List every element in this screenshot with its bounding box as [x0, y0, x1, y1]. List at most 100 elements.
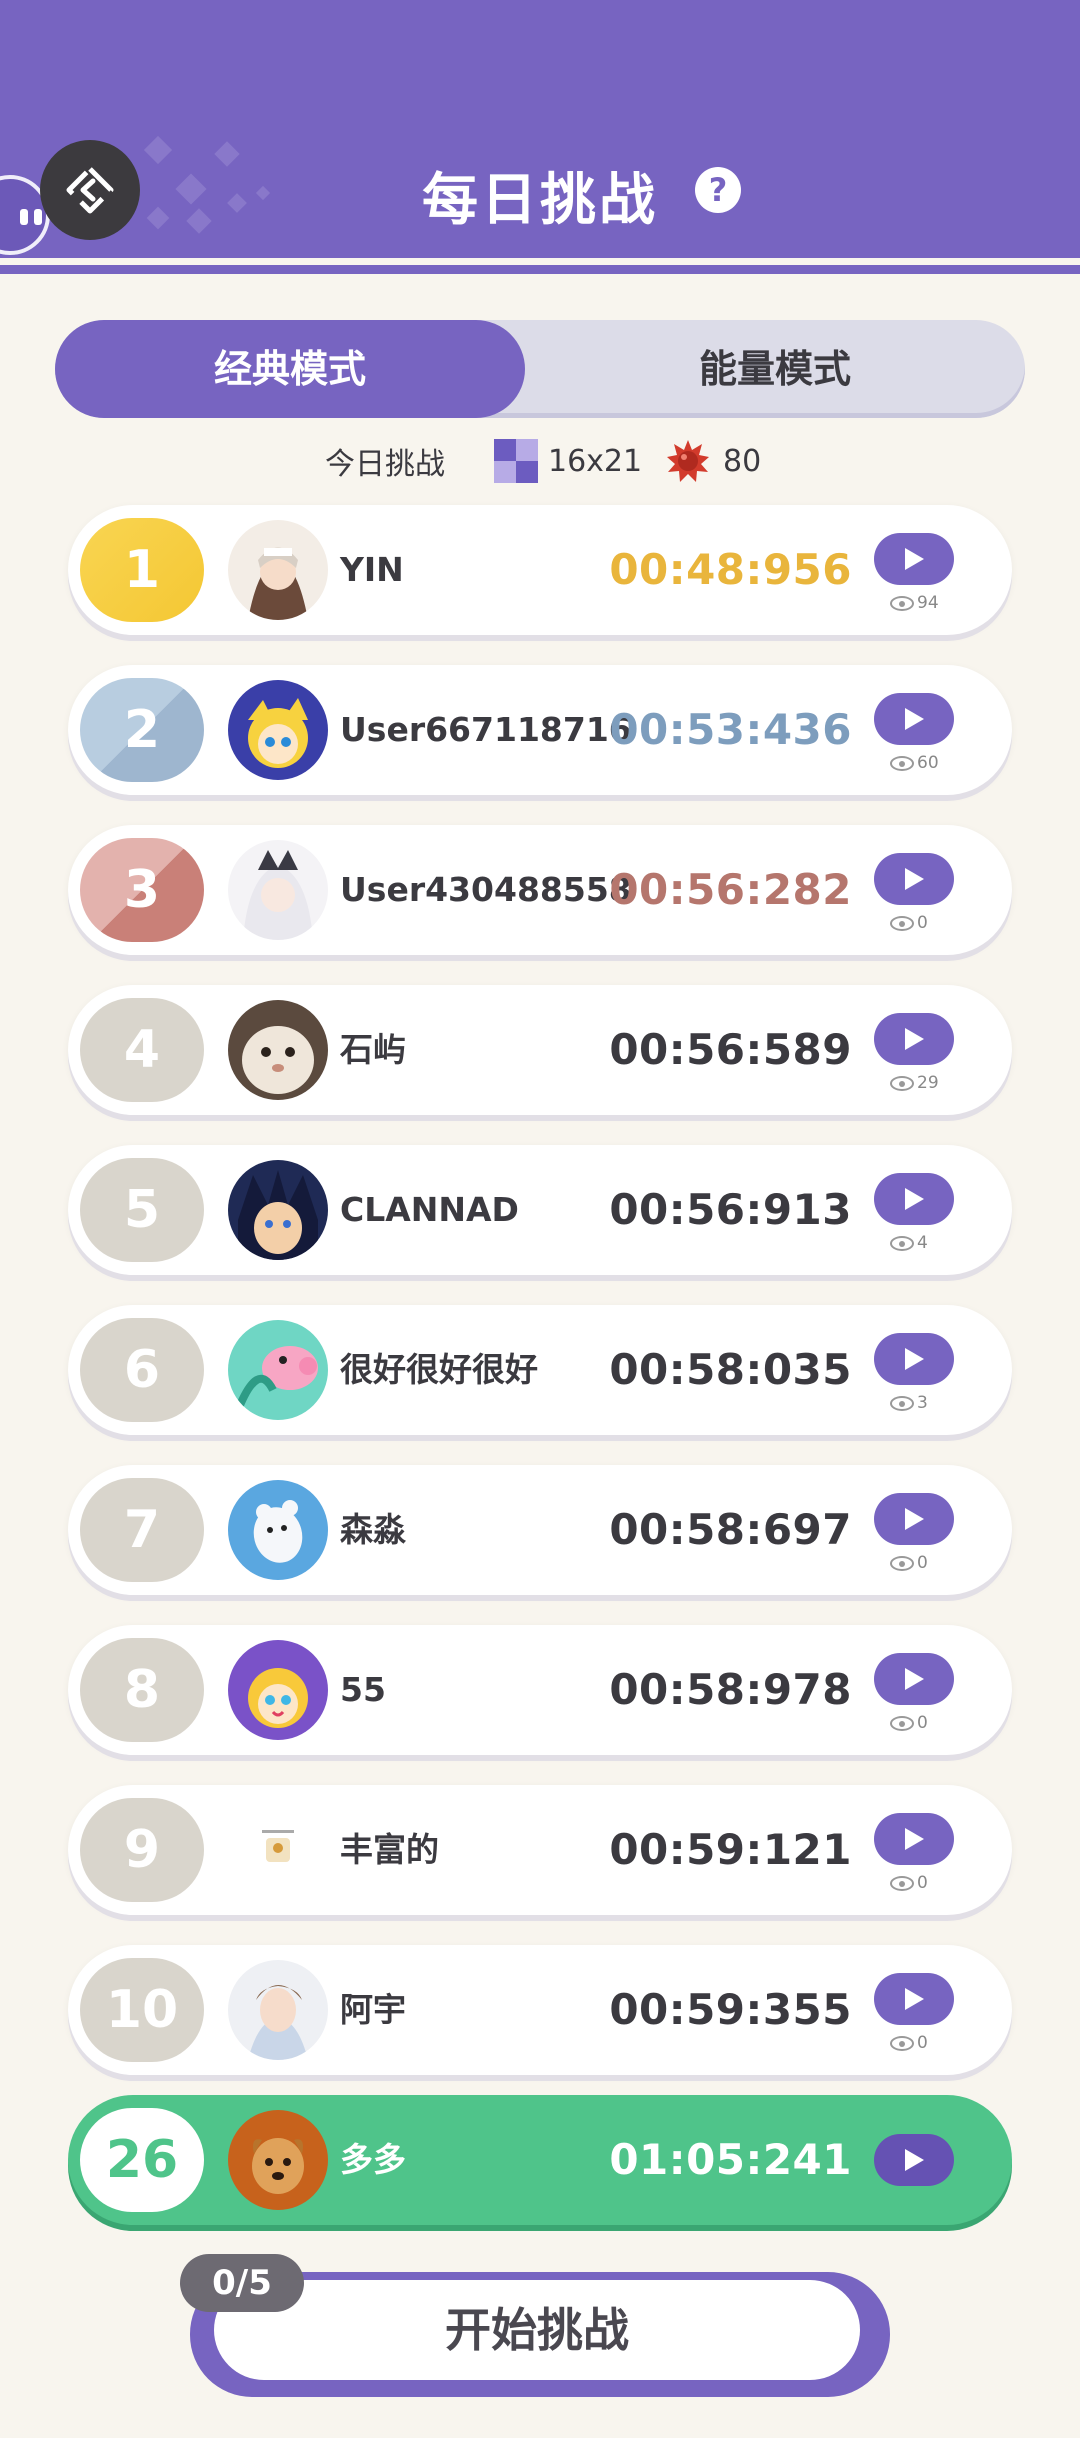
eye-icon — [890, 1395, 914, 1411]
player-name: User667118716 — [340, 710, 632, 749]
avatar — [228, 1640, 328, 1740]
leaderboard-row[interactable]: 2 User667118716 00:53:436 60 — [68, 665, 1012, 795]
leaderboard-row[interactable]: 3 User430488558 00:56:282 0 — [68, 825, 1012, 955]
view-count-value: 0 — [917, 2033, 928, 2053]
my-rank-row[interactable]: 26 多多 01:05:241 — [68, 2095, 1012, 2225]
play-icon — [905, 1348, 924, 1370]
view-count: 0 — [890, 2033, 928, 2053]
grid-board-icon — [494, 439, 538, 483]
eye-icon — [890, 915, 914, 931]
view-count-value: 60 — [917, 753, 939, 773]
play-icon — [905, 1188, 924, 1210]
eye-icon — [890, 755, 914, 771]
play-icon — [905, 708, 924, 730]
leaderboard-row[interactable]: 6 很好很好很好 00:58:035 3 — [68, 1305, 1012, 1435]
view-count: 94 — [890, 593, 939, 613]
tab-classic-mode[interactable]: 经典模式 — [55, 320, 525, 418]
view-count: 0 — [890, 913, 928, 933]
grid-size-value: 16x21 — [548, 443, 643, 479]
player-name: User430488558 — [340, 870, 632, 909]
rank-badge: 10 — [80, 1958, 204, 2062]
mine-count-info: 80 — [665, 436, 761, 486]
avatar — [228, 1960, 328, 2060]
view-count-value: 3 — [917, 1393, 928, 1413]
header-underline — [0, 266, 1080, 274]
view-count: 60 — [890, 753, 939, 773]
view-count: 29 — [890, 1073, 939, 1093]
page-title: 每日挑战 — [422, 168, 658, 233]
view-count-value: 4 — [917, 1233, 928, 1253]
start-challenge-label: 开始挑战 — [214, 2280, 860, 2380]
player-time: 00:48:956 — [609, 545, 852, 594]
avatar — [228, 840, 328, 940]
view-count: 3 — [890, 1393, 928, 1413]
player-time: 00:58:978 — [609, 1665, 852, 1714]
eye-icon — [890, 1875, 914, 1891]
player-time: 00:59:121 — [609, 1825, 852, 1874]
replay-button[interactable] — [874, 1013, 954, 1065]
replay-button[interactable] — [874, 2134, 954, 2186]
replay-button[interactable] — [874, 1493, 954, 1545]
replay-button[interactable] — [874, 1973, 954, 2025]
player-name: 很好很好很好 — [340, 1350, 538, 1389]
rank-badge: 1 — [80, 518, 204, 622]
player-name: YIN — [340, 550, 404, 589]
player-time: 00:56:913 — [609, 1185, 852, 1234]
mine-icon — [667, 440, 709, 482]
player-name: 多多 — [340, 2140, 406, 2179]
leaderboard-row[interactable]: 1 YIN 00:48:956 94 — [68, 505, 1012, 635]
replay-button[interactable] — [874, 1813, 954, 1865]
play-icon — [905, 2149, 924, 2171]
player-name: 石屿 — [340, 1030, 406, 1069]
rank-badge: 5 — [80, 1158, 204, 1262]
leaderboard-row[interactable]: 7 森淼 00:58:697 0 — [68, 1465, 1012, 1595]
play-icon — [905, 548, 924, 570]
eye-icon — [890, 2035, 914, 2051]
view-count-value: 0 — [917, 1713, 928, 1733]
tab-energy-mode[interactable]: 能量模式 — [525, 320, 1025, 418]
eye-icon — [890, 1555, 914, 1571]
leaderboard-row[interactable]: 10 阿宇 00:59:355 0 — [68, 1945, 1012, 2075]
player-time: 00:59:355 — [609, 1985, 852, 2034]
play-icon — [905, 1028, 924, 1050]
view-count-value: 0 — [917, 913, 928, 933]
replay-button[interactable] — [874, 533, 954, 585]
replay-button[interactable] — [874, 1333, 954, 1385]
view-count: 0 — [890, 1713, 928, 1733]
challenge-label: 今日挑战 — [325, 447, 445, 482]
leaderboard-row[interactable]: 5 CLANNAD 00:56:913 4 — [68, 1145, 1012, 1275]
leaderboard-row[interactable]: 8 55 00:58:978 0 — [68, 1625, 1012, 1755]
rank-badge: 9 — [80, 1798, 204, 1902]
player-time: 01:05:241 — [609, 2135, 852, 2184]
avatar — [228, 520, 328, 620]
eye-icon — [890, 1715, 914, 1731]
leaderboard-row[interactable]: 4 石屿 00:56:589 29 — [68, 985, 1012, 1115]
player-time: 00:58:697 — [609, 1505, 852, 1554]
avatar — [228, 1160, 328, 1260]
avatar — [228, 2110, 328, 2210]
avatar — [228, 680, 328, 780]
rank-badge: 6 — [80, 1318, 204, 1422]
replay-button[interactable] — [874, 853, 954, 905]
replay-button[interactable] — [874, 1173, 954, 1225]
question-icon[interactable]: ? — [695, 167, 741, 213]
avatar — [228, 1320, 328, 1420]
view-count-value: 29 — [917, 1073, 939, 1093]
eye-icon — [890, 595, 914, 611]
player-name: CLANNAD — [340, 1190, 519, 1229]
play-icon — [905, 1828, 924, 1850]
view-count-value: 0 — [917, 1873, 928, 1893]
player-time: 00:56:282 — [609, 865, 852, 914]
rank-badge: 3 — [80, 838, 204, 942]
mode-tabs: 经典模式 能量模式 — [55, 320, 1025, 418]
leaderboard-row[interactable]: 9 丰富的 00:59:121 0 — [68, 1785, 1012, 1915]
eye-icon — [890, 1075, 914, 1091]
replay-button[interactable] — [874, 693, 954, 745]
play-icon — [905, 1508, 924, 1530]
attempts-counter: 0/5 — [180, 2254, 304, 2312]
replay-button[interactable] — [874, 1653, 954, 1705]
eye-icon — [890, 1235, 914, 1251]
header-divider — [0, 258, 1080, 265]
player-name: 丰富的 — [340, 1830, 439, 1869]
avatar — [228, 1000, 328, 1100]
